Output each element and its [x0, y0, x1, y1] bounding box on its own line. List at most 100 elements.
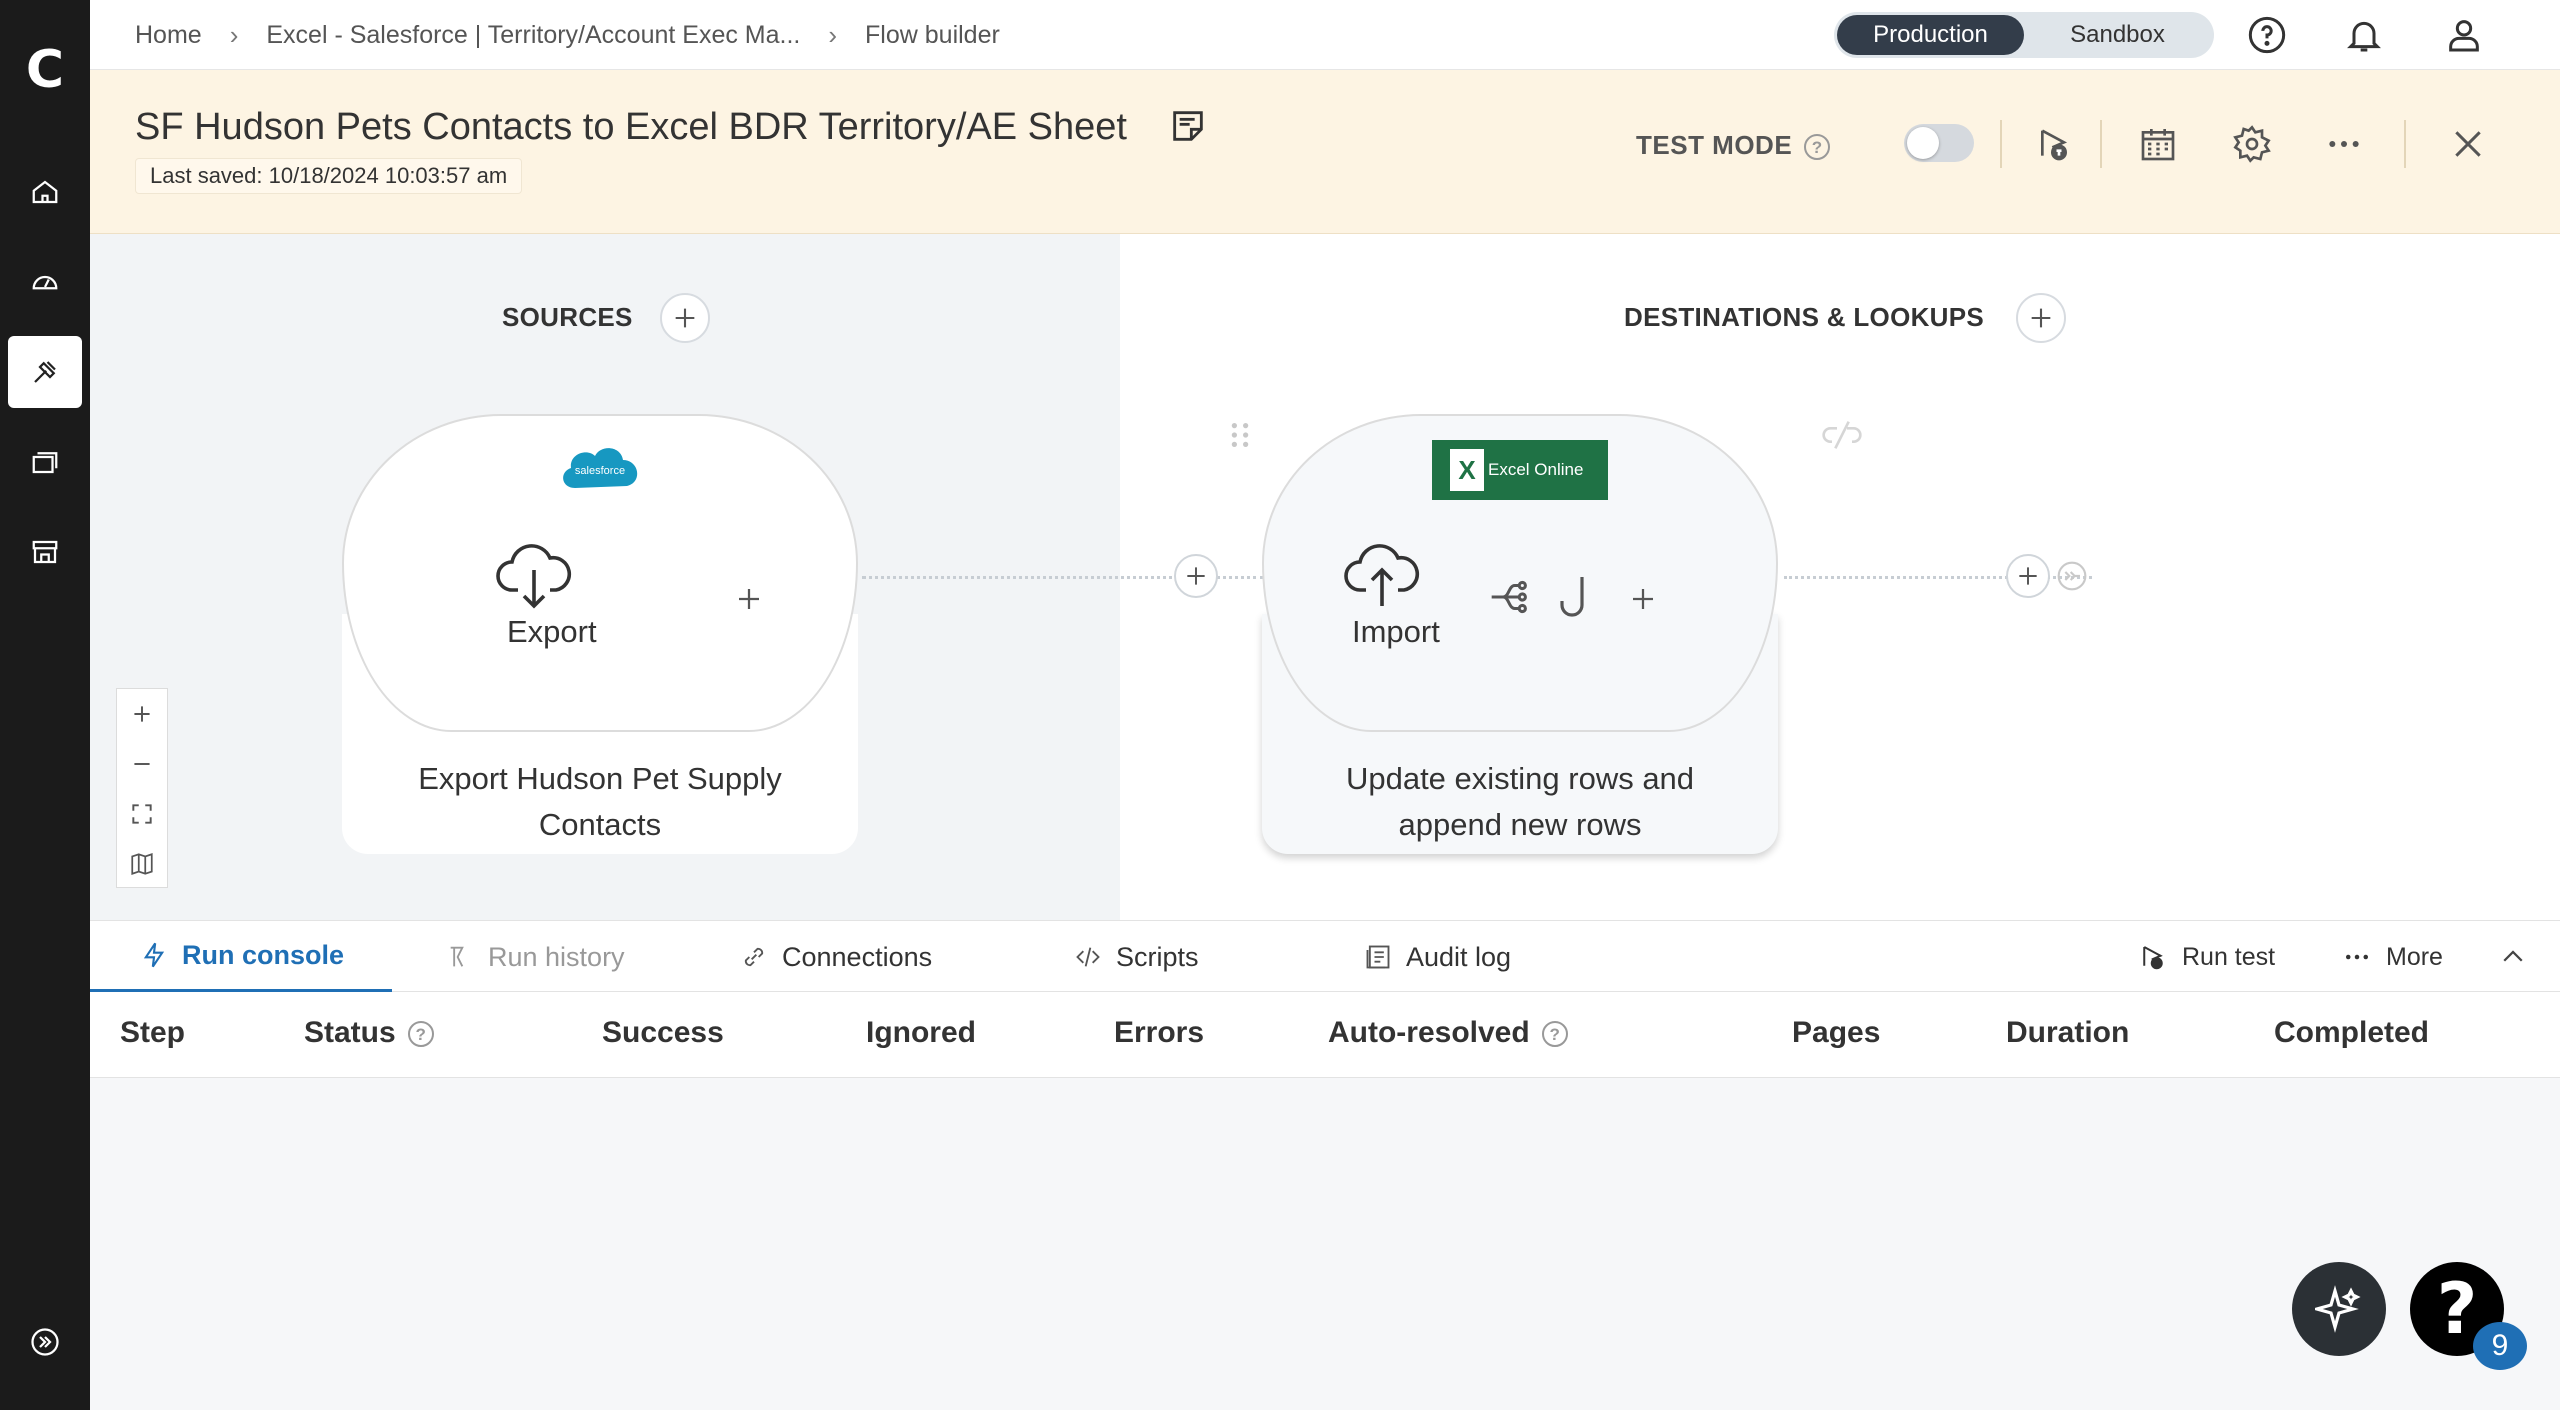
tab-run-history-label: Run history	[488, 941, 625, 972]
unlink-icon[interactable]	[1822, 420, 1862, 450]
breadcrumb-integration[interactable]: Excel - Salesforce | Territory/Account E…	[266, 21, 800, 50]
add-step-between-button[interactable]	[1174, 554, 1218, 598]
breadcrumb-flow-builder: Flow builder	[865, 21, 1000, 49]
link-icon	[744, 947, 764, 967]
zoom-controls	[116, 688, 168, 888]
notifications-bell-icon[interactable]	[2342, 13, 2386, 57]
chevron-right-icon: ›	[229, 20, 239, 50]
col-success: Success	[602, 1016, 724, 1049]
tab-connections[interactable]: Connections	[740, 921, 932, 993]
top-bar: Home › Excel - Salesforce | Territory/Ac…	[90, 0, 2560, 70]
col-ignored: Ignored	[866, 1016, 976, 1049]
source-desc-line2: Contacts	[538, 807, 662, 842]
divider	[2000, 120, 2002, 168]
switch-knob	[1907, 127, 1939, 159]
source-desc-line1: Export Hudson Pet Supply	[418, 761, 782, 796]
divider	[2404, 120, 2406, 168]
run-flow-icon[interactable]	[2032, 122, 2076, 166]
more-button[interactable]: More	[2342, 921, 2443, 993]
tab-scripts[interactable]: Scripts	[1074, 921, 1199, 993]
chevron-right-icon: ›	[828, 20, 838, 50]
expand-icon[interactable]	[8, 1306, 82, 1378]
run-console-panel: Run console Run history Connections Scri…	[90, 920, 2560, 1410]
add-step-after-button[interactable]	[2006, 554, 2050, 598]
question-mark-icon: ?	[2436, 1268, 2478, 1350]
add-hook-plus-icon[interactable]	[734, 584, 764, 614]
test-mode-switch[interactable]	[1904, 124, 1974, 162]
schedule-calendar-icon[interactable]	[2136, 122, 2180, 166]
destination-step-card[interactable]: X Excel Online Import Update existing ro…	[1262, 414, 1862, 854]
import-label: Import	[1352, 614, 1440, 649]
excel-online-logo: X Excel Online	[1432, 440, 1608, 500]
destination-desc-line2: append new rows	[1398, 807, 1642, 842]
fit-view-icon[interactable]	[117, 789, 167, 839]
tab-run-console[interactable]: Run console	[90, 921, 393, 993]
run-test-label: Run test	[2182, 942, 2276, 971]
col-status: Status?	[304, 1016, 434, 1050]
user-profile-icon[interactable]	[2442, 13, 2486, 57]
zoom-out-icon[interactable]	[117, 739, 167, 789]
tools-icon[interactable]	[8, 336, 82, 408]
flow-title[interactable]: SF Hudson Pets Contacts to Excel BDR Ter…	[135, 106, 1127, 149]
last-saved-timestamp: Last saved: 10/18/2024 10:03:57 am	[135, 158, 523, 194]
excel-x-icon: X	[1450, 449, 1484, 491]
sandbox-option[interactable]: Sandbox	[2024, 15, 2211, 55]
tab-connections-label: Connections	[782, 941, 933, 972]
add-destination-button[interactable]	[2016, 293, 2066, 343]
flow-canvas: SOURCES DESTINATIONS & LOOKUPS salesforc…	[90, 234, 2560, 920]
drag-handle-icon[interactable]	[1228, 420, 1252, 450]
tab-run-console-label: Run console	[182, 939, 345, 970]
settings-gear-icon[interactable]	[2230, 122, 2274, 166]
tab-audit-log-label: Audit log	[1406, 941, 1512, 972]
marketplace-icon[interactable]	[8, 516, 82, 588]
divider	[2100, 120, 2102, 168]
notes-icon[interactable]	[1168, 106, 1208, 146]
more-options-icon[interactable]	[2322, 122, 2366, 166]
hook-icon[interactable]	[1558, 572, 1598, 622]
code-icon	[1076, 947, 1100, 967]
chevron-up-icon[interactable]	[2498, 921, 2528, 993]
app-logo[interactable]: C	[0, 40, 90, 100]
flow-header: SF Hudson Pets Contacts to Excel BDR Ter…	[90, 70, 2560, 234]
add-hook-plus-icon[interactable]	[1628, 584, 1658, 614]
cloud-upload-icon	[1344, 544, 1420, 606]
ai-assistant-button[interactable]	[2292, 1262, 2386, 1356]
help-notification-badge: 9	[2473, 1322, 2527, 1370]
tab-audit-log[interactable]: Audit log	[1364, 921, 1511, 993]
col-duration: Duration	[2006, 1016, 2130, 1049]
col-errors: Errors	[1114, 1016, 1205, 1049]
destinations-title: DESTINATIONS & LOOKUPS	[1624, 302, 1985, 332]
environment-toggle[interactable]: Production Sandbox	[1834, 12, 2214, 58]
zoom-in-icon[interactable]	[117, 689, 167, 739]
close-icon[interactable]	[2446, 122, 2490, 166]
excel-logo-text: Excel Online	[1488, 460, 1584, 479]
salesforce-logo-text: salesforce	[575, 465, 625, 477]
left-nav-rail: C	[0, 0, 90, 1410]
home-icon[interactable]	[8, 156, 82, 228]
run-test-icon	[2143, 946, 2163, 970]
col-auto-resolved-label: Auto-resolved	[1328, 1016, 1530, 1049]
status-info-icon[interactable]: ?	[407, 1021, 434, 1048]
sources-title: SOURCES	[502, 302, 633, 332]
end-flow-icon[interactable]	[2056, 560, 2088, 592]
source-step-card[interactable]: salesforce Export Export Hudson Pet Supp…	[342, 414, 858, 854]
destination-desc-line1: Update existing rows and	[1345, 761, 1695, 796]
resources-icon[interactable]	[8, 426, 82, 498]
audit-icon	[1366, 945, 1390, 969]
production-option[interactable]: Production	[1837, 15, 2024, 55]
tab-run-history[interactable]: Run history	[446, 921, 625, 993]
col-completed: Completed	[2274, 1016, 2430, 1049]
test-mode-info-icon[interactable]: ?	[1804, 134, 1831, 161]
help-icon[interactable]	[2245, 13, 2289, 57]
more-dots-icon	[2346, 954, 2368, 960]
dashboard-icon[interactable]	[8, 246, 82, 318]
breadcrumb-home[interactable]: Home	[135, 21, 202, 50]
console-tabs: Run console Run history Connections Scri…	[90, 920, 2560, 993]
test-mode-label: TEST MODE?	[1636, 130, 1831, 161]
add-source-button[interactable]	[660, 293, 710, 343]
run-test-button[interactable]: Run test	[2138, 921, 2275, 993]
auto-resolved-info-icon[interactable]: ?	[1541, 1021, 1568, 1048]
mapping-icon[interactable]	[1484, 574, 1530, 620]
lightning-icon	[143, 942, 165, 968]
minimap-icon[interactable]	[117, 839, 167, 889]
